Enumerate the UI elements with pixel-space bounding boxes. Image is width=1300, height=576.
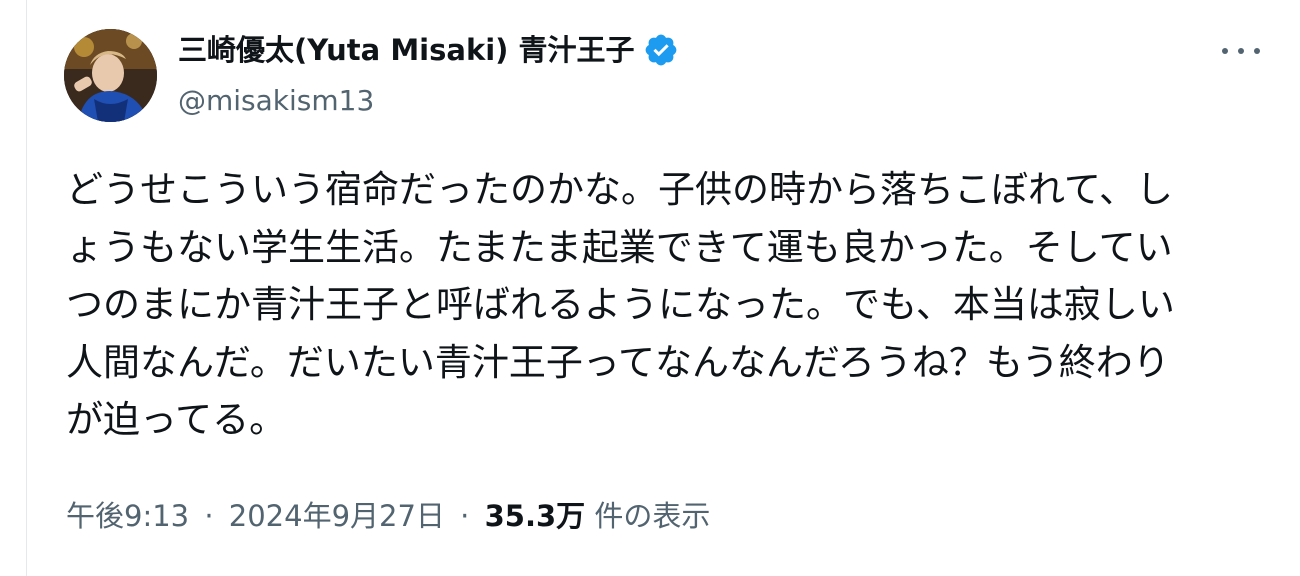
- more-options-icon[interactable]: [1222, 36, 1260, 66]
- display-name-text: 三崎優太(Yuta Misaki) 青汁王子: [178, 33, 635, 67]
- tweet-time[interactable]: 午後9:13: [66, 499, 189, 533]
- meta-separator: ·: [204, 499, 214, 533]
- views-label: 件の表示: [594, 499, 711, 533]
- tweet-text-line: つのまにか青汁王子と呼ばれるようになった。でも、本当は寂しい: [66, 283, 1175, 326]
- views-count[interactable]: 35.3万: [485, 499, 586, 533]
- meta-separator: ·: [460, 499, 470, 533]
- tweet-text-line: 人間なんだ。だいたい青汁王子ってなんなんだろうね？もう終わり: [66, 340, 1170, 384]
- tweet-text-line: どうせこういう宿命だったのかな。子供の時から落ちこぼれて、し: [66, 168, 1174, 211]
- tweet-text: どうせこういう宿命だったのかな。子供の時から落ちこぼれて、し ょうもない学生生活…: [66, 161, 1266, 449]
- tweet-text-line: ょうもない学生生活。たまたま起業できて運も良かった。そしてい: [66, 225, 1173, 269]
- author-avatar[interactable]: [64, 29, 157, 122]
- author-handle[interactable]: @misakism13: [178, 82, 374, 120]
- verified-badge-icon[interactable]: [643, 32, 679, 68]
- tweet-meta: 午後9:13 · 2024年9月27日 · 35.3万 件の表示: [66, 496, 710, 536]
- author-display-name[interactable]: 三崎優太(Yuta Misaki) 青汁王子: [178, 30, 679, 70]
- avatar-image: [64, 29, 157, 122]
- tweet-text-line: が迫ってる。: [66, 398, 287, 441]
- tweet-date[interactable]: 2024年9月27日: [229, 499, 445, 533]
